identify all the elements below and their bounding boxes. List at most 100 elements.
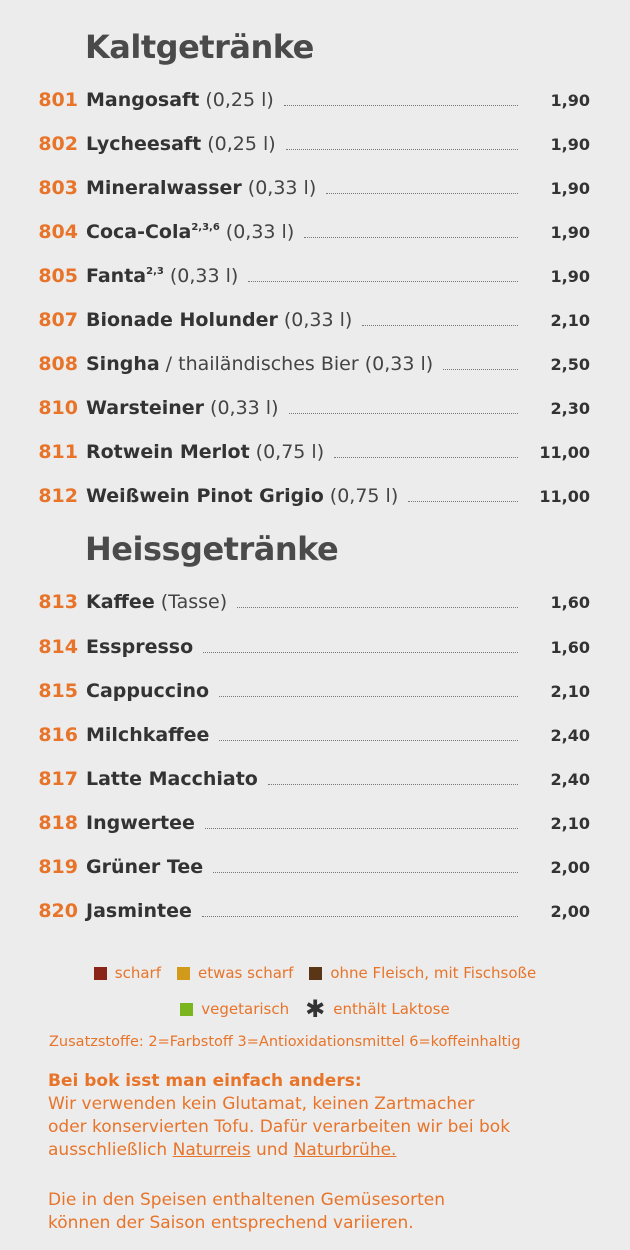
dot-leader (203, 651, 518, 653)
menu-item: 803 Mineralwasser (0,33 l) 1,90 (30, 173, 590, 203)
item-number: 820 (38, 900, 78, 922)
legend-label: etwas scharf (197, 964, 294, 982)
item-price: 11,00 (539, 486, 590, 506)
menu-item: 815 Cappuccino 2,10 (30, 676, 590, 706)
brown-square-icon (309, 966, 323, 980)
dot-leader (326, 192, 518, 194)
dot-leader (213, 871, 518, 873)
item-price: 2,30 (550, 398, 590, 418)
dot-leader (219, 695, 518, 697)
legend-item-vegetarisch: vegetarisch (180, 1000, 289, 1018)
item-price: 1,90 (550, 90, 590, 110)
item-name: Bionade Holunder (86, 309, 278, 331)
item-price: 2,10 (550, 681, 590, 701)
dot-leader (443, 368, 518, 370)
item-name: Warsteiner (86, 397, 205, 419)
item-detail: (0,33 l) (210, 397, 279, 419)
item-name: Mineralwasser (86, 177, 242, 199)
dot-leader (201, 915, 518, 917)
menu-item: 812 Weißwein Pinot Grigio (0,75 l) 11,00 (30, 481, 590, 511)
menu-item: 810 Warsteiner (0,33 l) 2,30 (30, 393, 590, 423)
dot-leader (334, 456, 518, 458)
dot-leader (219, 739, 518, 741)
item-name: Milchkaffee (86, 724, 210, 746)
legend-item-scharf: scharf (93, 964, 161, 982)
item-detail: (0,75 l) (255, 441, 325, 463)
menu-item: 805 Fanta2,3 (0,33 l) 1,90 (30, 261, 590, 291)
naturbruehe-link[interactable]: Naturbrühe. (294, 1140, 397, 1160)
menu-item: 819 Grüner Tee 2,00 (30, 852, 590, 882)
legend-item-laktose: ✱ enthält Laktose (305, 995, 450, 1023)
section-title-hot: Heissgetränke (85, 530, 339, 568)
item-name: Singha (86, 353, 160, 375)
dot-leader (408, 500, 518, 502)
dot-leader (283, 104, 518, 106)
legend-label: ohne Fleisch, mit Fischsoße (330, 964, 537, 982)
menu-item: 801 Mangosaft (0,25 l) 1,90 (30, 85, 590, 115)
additives-note: Zusatzstoffe: 2=Farbstoff 3=Antioxidatio… (49, 1034, 521, 1050)
red-square-icon (93, 966, 107, 980)
note-heading: Bei bok isst man einfach anders: (48, 1071, 362, 1091)
dot-leader (248, 280, 518, 282)
asterisk-icon: ✱ (305, 995, 326, 1023)
item-number: 807 (38, 309, 78, 331)
naturreis-link[interactable]: Naturreis (173, 1140, 251, 1160)
dot-leader (267, 783, 518, 785)
note-line: Wir verwenden kein Glutamat, keinen Zart… (48, 1094, 475, 1114)
item-detail: (0,25 l) (207, 133, 276, 155)
item-name: Latte Macchiato (86, 768, 258, 790)
item-number: 811 (38, 441, 78, 463)
menu-item: 818 Ingwertee 2,10 (30, 808, 590, 838)
item-detail: (0,33 l) (247, 177, 317, 199)
dot-leader (288, 412, 518, 414)
menu-item: 807 Bionade Holunder (0,33 l) 2,10 (30, 305, 590, 335)
dot-leader (304, 236, 518, 238)
item-price: 1,60 (550, 637, 590, 657)
item-name: Esspresso (86, 636, 194, 658)
dot-leader (204, 827, 518, 829)
item-number: 808 (38, 353, 78, 375)
legend-row-1: scharf etwas scharf ohne Fleisch, mit Fi… (0, 964, 630, 982)
yellow-square-icon (176, 966, 190, 980)
item-number: 804 (38, 221, 78, 243)
item-detail: (0,75 l) (329, 485, 399, 507)
legend-item-etwas-scharf: etwas scharf (176, 964, 294, 982)
item-number: 805 (38, 265, 78, 287)
item-price: 2,10 (550, 813, 590, 833)
menu-item: 802 Lycheesaft (0,25 l) 1,90 (30, 129, 590, 159)
item-name: Jasmintee (86, 900, 192, 922)
menu-item: 817 Latte Macchiato 2,40 (30, 764, 590, 794)
legend-row-2: vegetarisch ✱ enthält Laktose (0, 995, 630, 1023)
item-detail: (0,33 l) (225, 221, 295, 243)
item-name: Mangosaft (86, 89, 200, 111)
menu-item: 814 Esspresso 1,60 (30, 632, 590, 662)
item-detail: (0,33 l) (169, 265, 239, 287)
item-number: 803 (38, 177, 78, 199)
item-price: 2,00 (550, 857, 590, 877)
item-number: 810 (38, 397, 78, 419)
item-name: Cappuccino (86, 680, 210, 702)
menu-item: 813 Kaffee (Tasse) 1,60 (30, 587, 590, 617)
legend-label: enthält Laktose (333, 1000, 450, 1018)
note-line: ausschließlich Naturreis und Naturbrühe. (48, 1139, 608, 1162)
legend-label: scharf (114, 964, 161, 982)
item-number: 816 (38, 724, 78, 746)
note-text: und (255, 1140, 289, 1160)
item-detail: (0,33 l) (283, 309, 353, 331)
item-name: Rotwein Merlot (86, 441, 250, 463)
note-line: Die in den Speisen enthaltenen Gemüsesor… (48, 1190, 446, 1210)
section-title-cold: Kaltgetränke (85, 28, 314, 66)
item-number: 814 (38, 636, 78, 658)
item-price: 2,00 (550, 901, 590, 921)
menu-item: 808 Singha / thailändisches Bier (0,33 l… (30, 349, 590, 379)
dot-leader (362, 324, 518, 326)
item-detail: / thailändisches Bier (0,33 l) (165, 353, 434, 375)
menu-item: 820 Jasmintee 2,00 (30, 896, 590, 926)
legend-label: vegetarisch (201, 1000, 290, 1018)
item-number: 819 (38, 856, 78, 878)
item-price: 1,90 (550, 222, 590, 242)
item-name: Ingwertee (86, 812, 195, 834)
item-number: 817 (38, 768, 78, 790)
season-note: Die in den Speisen enthaltenen Gemüsesor… (48, 1189, 608, 1235)
item-price: 1,90 (550, 178, 590, 198)
